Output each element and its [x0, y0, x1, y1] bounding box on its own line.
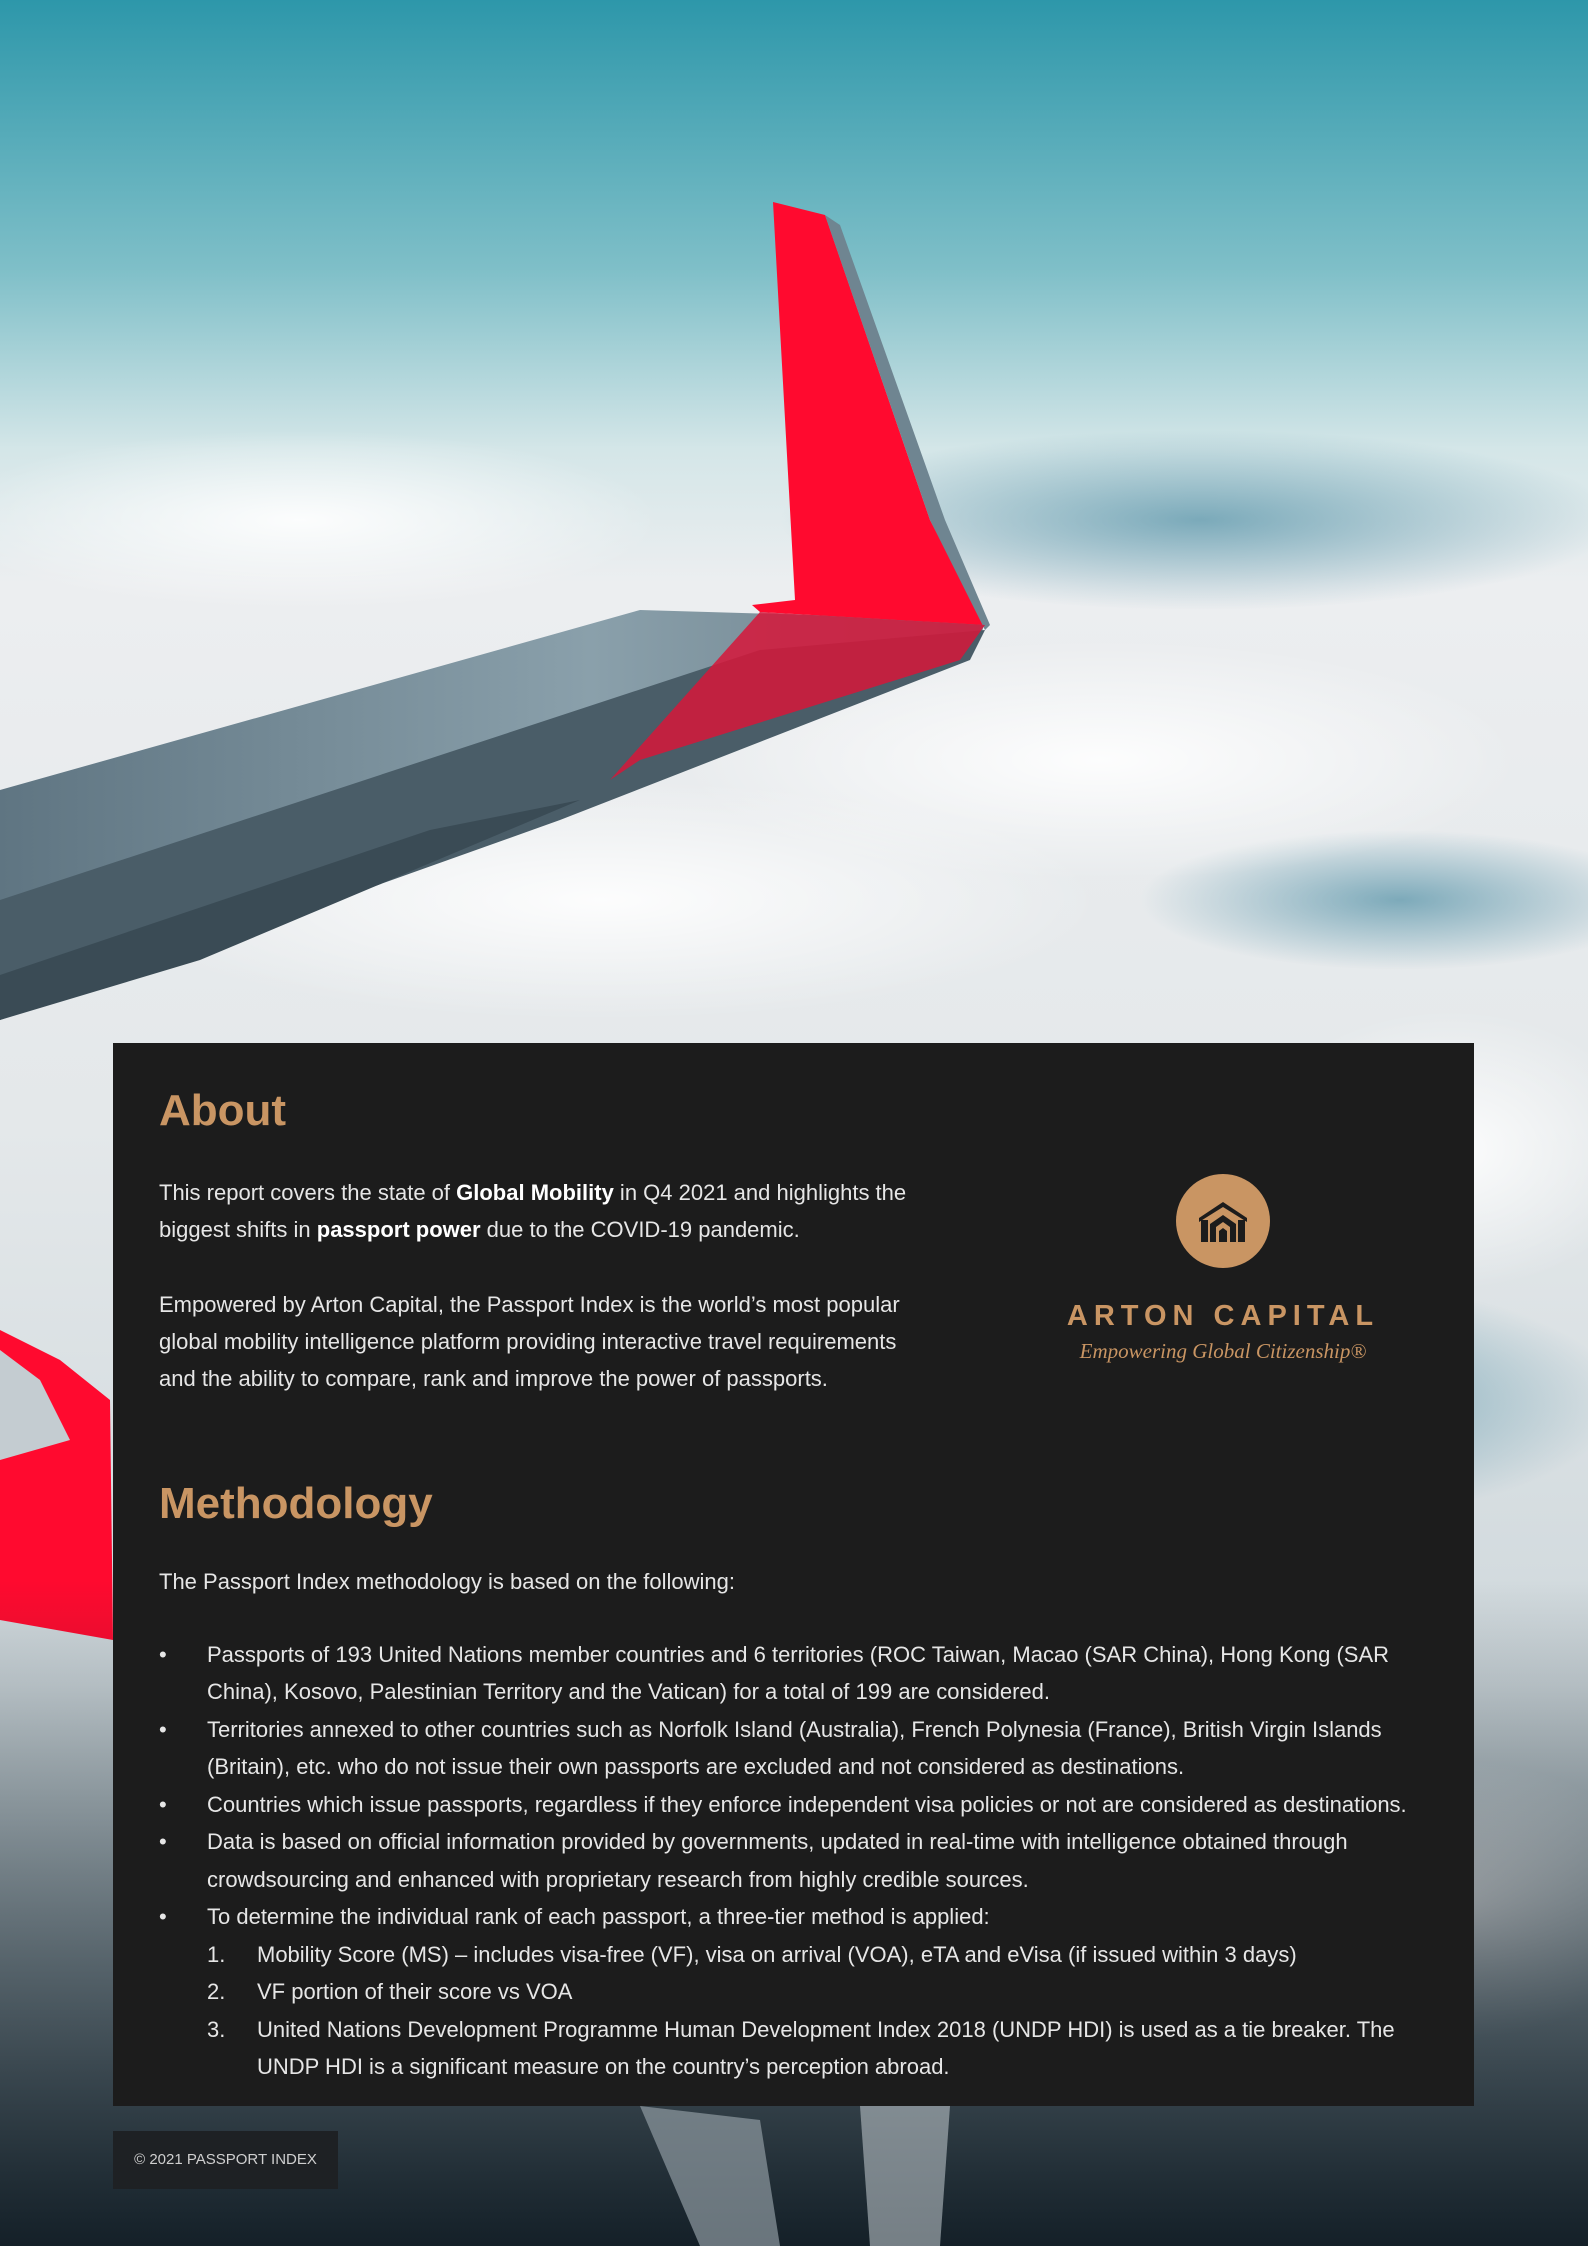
tier-list: 1. Mobility Score (MS) – includes visa-fr… — [207, 1936, 1428, 2086]
list-item: • Territories annexed to other countries … — [159, 1711, 1428, 1786]
logo-wordmark: ARTON CAPITAL — [1066, 1299, 1380, 1332]
highlight-global-mobility: Global Mobility — [456, 1179, 614, 1205]
tier-item: 1. Mobility Score (MS) – includes visa-fr… — [207, 1941, 1297, 1967]
about-text: This report covers the state of Global M… — [159, 1174, 919, 1397]
tier-item: 3. United Nations Development Programme H… — [207, 2016, 1395, 2080]
methodology-heading: Methodology — [159, 1478, 433, 1528]
methodology-list: • Passports of 193 United Nations member … — [159, 1636, 1428, 2086]
about-heading: About — [159, 1086, 287, 1135]
list-item: • To determine the individual rank of eac… — [159, 1898, 1428, 2086]
content-panel: About This report covers the state of Gl… — [113, 1043, 1474, 2106]
about-section: This report covers the state of Global M… — [159, 1173, 1428, 1434]
list-item: • Data is based on official information p… — [159, 1823, 1428, 1898]
methodology-intro: The Passport Index methodology is based … — [159, 1568, 736, 1594]
list-item: • Passports of 193 United Nations member … — [159, 1636, 1428, 1711]
bullet: • — [159, 1904, 167, 1930]
arton-capital-logo: ARTON CAPITAL Empowering Global Citizens… — [1058, 1173, 1388, 1364]
bullet: • — [159, 1641, 167, 1667]
bullet: • — [159, 1829, 167, 1855]
logo-tagline: Empowering Global Citizenship® — [1079, 1338, 1367, 1363]
about-paragraph-1: This report covers the state of Global M… — [159, 1179, 907, 1242]
about-paragraph-2: Empowered by Arton Capital, the Passport… — [159, 1291, 900, 1391]
bullet: • — [159, 1716, 167, 1742]
highlight-passport-power: passport power — [316, 1216, 481, 1242]
tier-item: 2. VF portion of their score vs VOA — [207, 1979, 573, 2005]
arton-house-icon — [1176, 1173, 1270, 1268]
footer-copyright: © 2021 PASSPORT INDEX — [113, 2131, 338, 2189]
bullet: • — [159, 1791, 167, 1817]
list-item: • Countries which issue passports, regard… — [159, 1786, 1428, 1824]
